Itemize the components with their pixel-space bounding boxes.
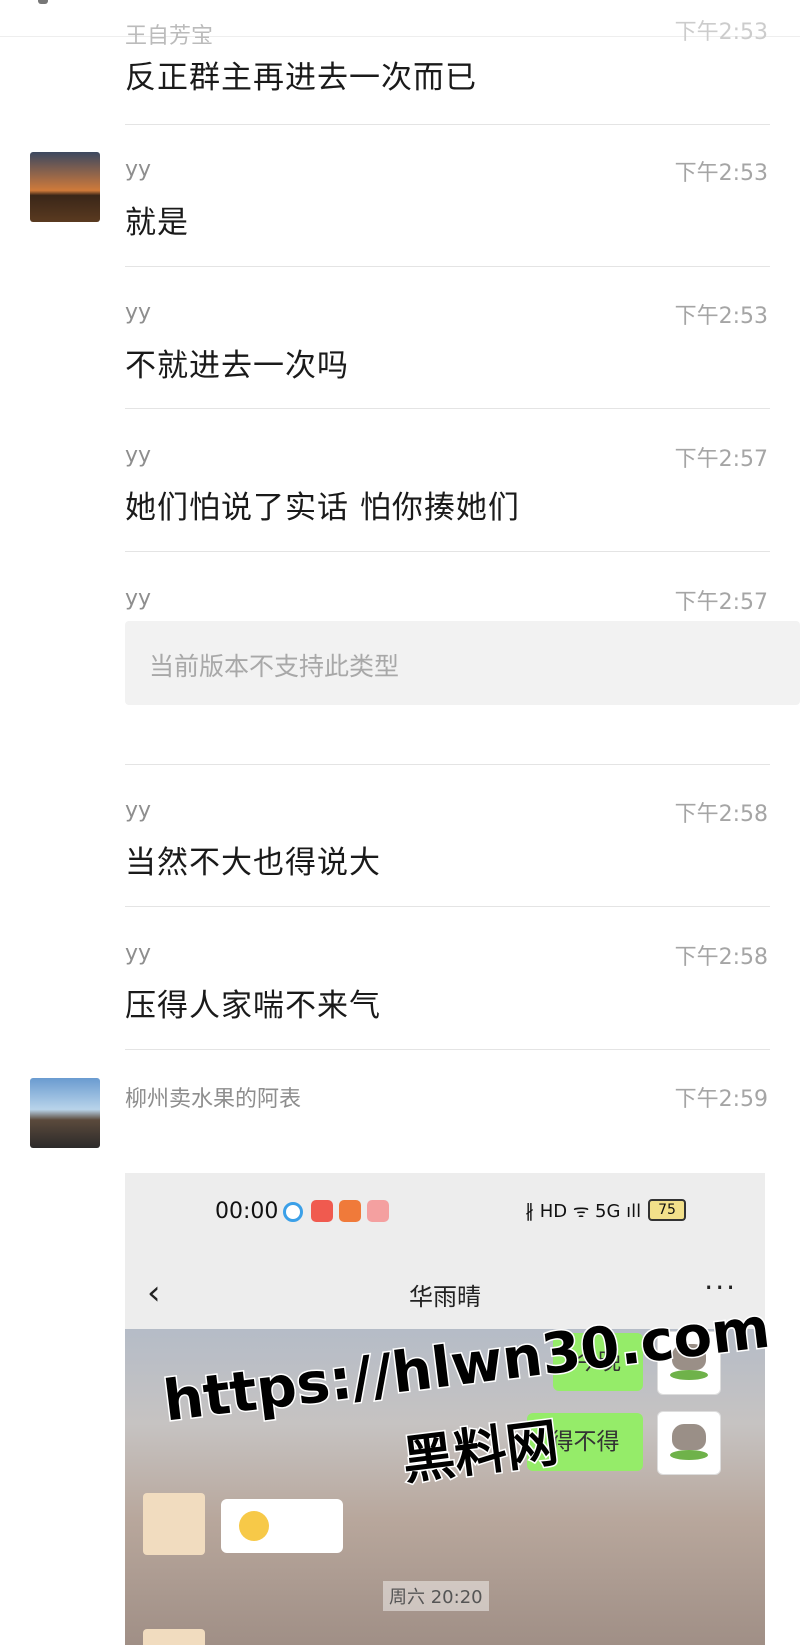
message-divider xyxy=(125,124,770,125)
app-icon xyxy=(339,1200,361,1222)
app-icon xyxy=(311,1200,333,1222)
sender-name: yy xyxy=(125,798,152,823)
message-divider xyxy=(125,408,770,409)
status-dot xyxy=(38,0,48,4)
avatar[interactable] xyxy=(30,152,100,222)
partial-sender-name: 王自芳宝 xyxy=(125,24,214,49)
sender-name: 柳州卖水果的阿表 xyxy=(125,1087,302,1112)
message-text[interactable]: 就是 xyxy=(125,197,189,242)
message-divider xyxy=(125,906,770,907)
message-divider xyxy=(125,1049,770,1050)
message-timestamp: 下午2:58 xyxy=(674,945,768,970)
message-timestamp: 下午2:57 xyxy=(674,447,768,472)
message-timestamp: 下午2:57 xyxy=(674,590,768,615)
app-icon xyxy=(367,1200,389,1222)
sender-name: yy xyxy=(125,586,152,611)
battery-level: 75 xyxy=(658,1202,676,1218)
message-divider xyxy=(125,266,770,267)
unsupported-message-text: 当前版本不支持此类型 xyxy=(149,652,400,681)
sender-name: yy xyxy=(125,157,152,182)
message-text[interactable]: 压得人家喘不来气 xyxy=(125,980,381,1025)
sender-name: yy xyxy=(125,941,152,966)
message-text[interactable]: 不就进去一次吗 xyxy=(125,340,349,385)
message-timestamp: 下午2:59 xyxy=(674,1087,768,1112)
app-icon xyxy=(283,1202,303,1222)
message-divider xyxy=(125,551,770,552)
watermark-text: 黑料网 xyxy=(398,1412,563,1494)
message-text[interactable]: 当然不大也得说大 xyxy=(125,837,381,882)
time-chip: 周六 20:20 xyxy=(383,1581,489,1611)
message-timestamp: 下午2:58 xyxy=(674,802,768,827)
sender-name: yy xyxy=(125,443,152,468)
avatar xyxy=(143,1629,205,1645)
message-timestamp: 下午2:53 xyxy=(674,161,768,186)
message-text[interactable]: 她们怕说了实话 怕你揍她们 xyxy=(125,482,520,527)
sender-name: yy xyxy=(125,300,152,325)
message-divider xyxy=(125,764,770,765)
unsupported-message-card[interactable]: 当前版本不支持此类型 xyxy=(125,621,800,705)
battery-icon: 75 xyxy=(648,1199,686,1221)
message-text[interactable]: 反正群主再进去一次而已 xyxy=(125,52,477,97)
message-timestamp: 下午2:53 xyxy=(674,304,768,329)
status-icons: ∦ HD ᯤ 5G ıll xyxy=(525,1201,642,1222)
embedded-clock: 00:00 xyxy=(215,1199,279,1224)
embedded-status-bar: 00:00 ∦ HD ᯤ 5G ıll 75 xyxy=(125,1173,765,1253)
avatar[interactable] xyxy=(30,1078,100,1148)
partial-timestamp: 下午2:53 xyxy=(674,20,768,45)
